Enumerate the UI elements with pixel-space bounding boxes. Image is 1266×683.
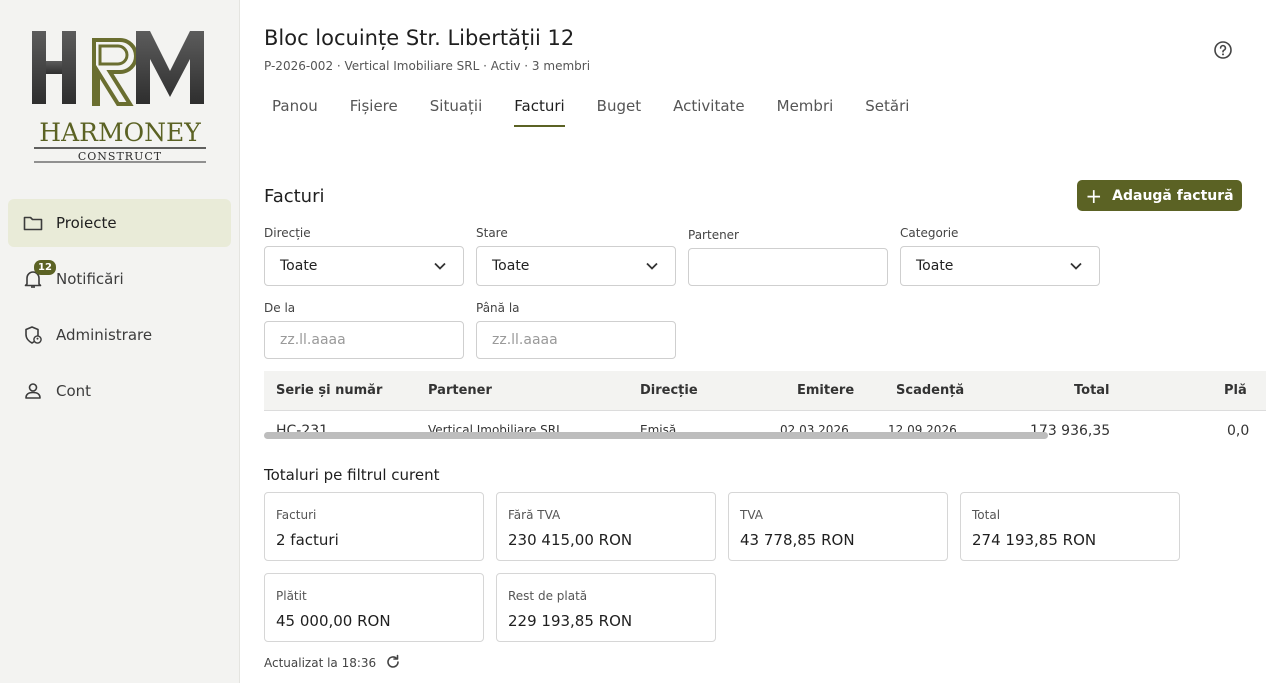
sidebar-item-label: Cont: [56, 382, 92, 400]
column-partener[interactable]: Partener: [428, 383, 492, 398]
tab-membri[interactable]: Membri: [769, 96, 842, 127]
chevron-down-icon: [434, 262, 446, 270]
filter-label-pana-la: Până la: [476, 301, 520, 315]
tab-situatii[interactable]: Situații: [422, 96, 491, 127]
column-platit[interactable]: Plă: [1224, 383, 1247, 398]
column-emitere[interactable]: Emitere: [797, 383, 854, 398]
last-updated-text: Actualizat la 18:36: [264, 656, 377, 670]
chevron-down-icon: [1070, 262, 1082, 270]
card-value: 45 000,00 RON: [276, 612, 391, 630]
filter-label-de-la: De la: [264, 301, 296, 315]
total-card-platit: Plătit 45 000,00 RON: [264, 573, 484, 642]
total-card-tva: TVA 43 778,85 RON: [728, 492, 948, 561]
filter-label-directie: Direcție: [264, 226, 311, 240]
date-to-input[interactable]: zz.ll.aaaa: [476, 321, 676, 359]
svg-text:CONSTRUCT: CONSTRUCT: [78, 150, 162, 163]
user-icon: [22, 380, 44, 402]
card-label: Rest de plată: [508, 589, 588, 603]
stare-value: Toate: [492, 258, 530, 274]
column-directie[interactable]: Direcție: [640, 383, 698, 398]
tab-activitate[interactable]: Activitate: [665, 96, 753, 127]
directie-select[interactable]: Toate: [264, 246, 464, 286]
help-icon[interactable]: [1213, 40, 1233, 60]
tab-panou[interactable]: Panou: [264, 96, 326, 127]
tab-buget[interactable]: Buget: [589, 96, 649, 127]
card-value: 2 facturi: [276, 531, 339, 549]
card-value: 229 193,85 RON: [508, 612, 633, 630]
folder-icon: [22, 212, 44, 234]
table-horizontal-scrollbar[interactable]: [264, 432, 1048, 439]
add-invoice-label: Adaugă factură: [1112, 187, 1234, 204]
admin-shield-icon: [22, 324, 44, 346]
bell-icon: 12: [22, 260, 56, 290]
categorie-value: Toate: [916, 258, 954, 274]
add-invoice-button[interactable]: + Adaugă factură: [1077, 180, 1242, 211]
card-value: 274 193,85 RON: [972, 531, 1097, 549]
column-scadenta[interactable]: Scadență: [896, 383, 964, 398]
sidebar-item-administrare[interactable]: Administrare: [8, 311, 231, 359]
chevron-down-icon: [646, 262, 658, 270]
page-title: Bloc locuințe Str. Libertății 12: [264, 26, 575, 50]
card-label: Total: [972, 508, 1001, 522]
main-content: Bloc locuințe Str. Libertății 12 P-2026-…: [240, 0, 1266, 683]
harmoney-logo: HARMONEY CONSTRUCT: [28, 28, 212, 166]
sidebar-item-notificari[interactable]: 12 Notificări: [8, 255, 231, 303]
project-tabs: Panou Fișiere Situații Facturi Buget Act…: [264, 96, 933, 128]
filter-label-categorie: Categorie: [900, 226, 959, 240]
categorie-select[interactable]: Toate: [900, 246, 1100, 286]
project-subtitle: P-2026-002 · Vertical Imobiliare SRL · A…: [264, 59, 591, 73]
sidebar-item-cont[interactable]: Cont: [8, 367, 231, 415]
section-title: Facturi: [264, 186, 325, 207]
total-card-facturi: Facturi 2 facturi: [264, 492, 484, 561]
sidebar-item-label: Proiecte: [56, 214, 117, 232]
column-serie[interactable]: Serie și număr: [276, 383, 382, 398]
directie-value: Toate: [280, 258, 318, 274]
plus-icon: +: [1085, 183, 1103, 208]
stare-select[interactable]: Toate: [476, 246, 676, 286]
notification-count-badge: 12: [34, 260, 56, 275]
card-value: 43 778,85 RON: [740, 531, 855, 549]
svg-text:HARMONEY: HARMONEY: [39, 118, 201, 147]
filter-label-stare: Stare: [476, 226, 508, 240]
sidebar-item-label: Administrare: [56, 326, 153, 344]
column-total[interactable]: Total: [1074, 383, 1110, 398]
sidebar-item-proiecte[interactable]: Proiecte: [8, 199, 231, 247]
date-from-input[interactable]: zz.ll.aaaa: [264, 321, 464, 359]
tab-setari[interactable]: Setări: [857, 96, 917, 127]
totals-title: Totaluri pe filtrul curent: [264, 466, 440, 484]
filter-label-partener: Partener: [688, 228, 739, 242]
total-card-fara-tva: Fără TVA 230 415,00 RON: [496, 492, 716, 561]
card-label: Fără TVA: [508, 508, 561, 522]
tab-fisiere[interactable]: Fișiere: [342, 96, 406, 127]
table-header: Serie și număr Partener Direcție Emitere…: [264, 371, 1266, 411]
card-value: 230 415,00 RON: [508, 531, 633, 549]
cell-platit: 0,0: [1227, 423, 1250, 439]
card-label: Facturi: [276, 508, 317, 522]
total-card-rest-de-plata: Rest de plată 229 193,85 RON: [496, 573, 716, 642]
date-from-placeholder: zz.ll.aaaa: [280, 332, 346, 348]
tab-facturi[interactable]: Facturi: [506, 96, 572, 127]
sidebar: HARMONEY CONSTRUCT Proiecte 12 Notificăr…: [0, 0, 240, 683]
sidebar-item-label: Notificări: [56, 270, 124, 288]
card-label: Plătit: [276, 589, 307, 603]
card-label: TVA: [740, 508, 763, 522]
date-to-placeholder: zz.ll.aaaa: [492, 332, 558, 348]
partener-input[interactable]: [688, 248, 888, 286]
total-card-total: Total 274 193,85 RON: [960, 492, 1180, 561]
refresh-icon[interactable]: [385, 654, 401, 670]
